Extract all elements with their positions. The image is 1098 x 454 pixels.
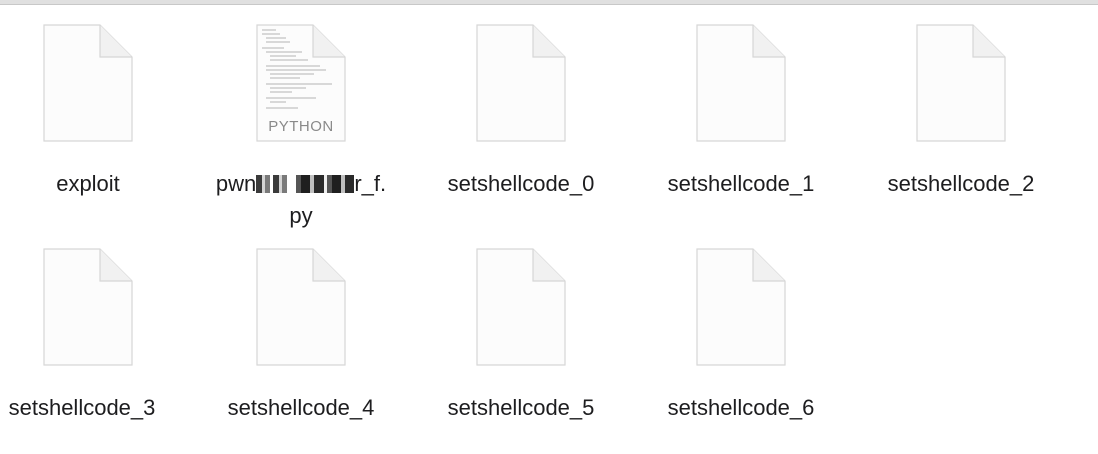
redacted-text (256, 175, 291, 193)
blank-document-icon (43, 24, 133, 142)
file-name-label: setshellcode_4 (227, 395, 375, 420)
window-top-border (0, 0, 1098, 5)
blank-document-icon (43, 248, 133, 366)
file-name-end: r_f. (354, 171, 387, 196)
blank-document-icon (916, 24, 1006, 142)
blank-document-icon (476, 24, 566, 142)
file-name-label: setshellcode_2 (887, 171, 1035, 196)
file-name-start: pwn (215, 171, 257, 196)
blank-document-icon (696, 248, 786, 366)
file-name-label: setshellcode_5 (447, 395, 595, 420)
file-name-label: pwn r_f. py (201, 168, 401, 232)
python-type-label: PYTHON (268, 118, 334, 135)
file-name-line2: py (289, 203, 313, 228)
blank-document-icon (256, 248, 346, 366)
blank-document-icon (476, 248, 566, 366)
file-name-label: setshellcode_6 (667, 395, 815, 420)
file-name-label: setshellcode_0 (447, 171, 595, 196)
file-name-label: setshellcode_1 (667, 171, 815, 196)
file-name-label: exploit (56, 171, 120, 196)
file-name-label: setshellcode_3 (8, 395, 156, 420)
blank-document-icon (696, 24, 786, 142)
redacted-text (296, 175, 355, 193)
python-document-icon: PYTHON (256, 24, 346, 142)
